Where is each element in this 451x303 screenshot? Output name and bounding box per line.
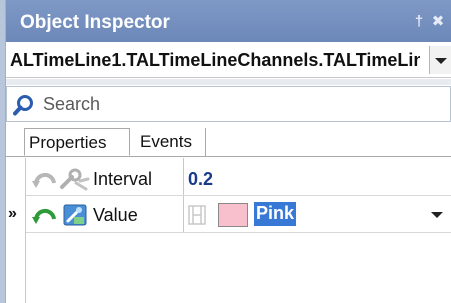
property-name: Interval — [93, 169, 153, 189]
chevron-down-icon — [435, 58, 447, 64]
search-box[interactable] — [6, 86, 451, 122]
property-row-value[interactable]: » Value Pink — [6, 196, 451, 232]
inspector-tabs: Properties Events — [6, 125, 451, 157]
color-property-icon — [63, 204, 87, 226]
pin-icon[interactable]: † — [411, 14, 427, 30]
panel-title: Object Inspector — [20, 12, 170, 33]
property-editor-icon[interactable] — [188, 205, 208, 225]
separator — [6, 79, 451, 85]
tab-events[interactable]: Events — [136, 128, 206, 156]
search-input[interactable] — [43, 92, 423, 116]
undo-arrow-icon — [32, 209, 56, 224]
row-divider — [26, 232, 451, 233]
component-selector-value: ALTimeLine1.TALTimeLineChannels.TALTimeL… — [10, 50, 420, 70]
close-icon[interactable]: ✖ — [430, 14, 446, 30]
component-selector[interactable]: ALTimeLine1.TALTimeLineChannels.TALTimeL… — [6, 42, 451, 78]
value-row-icons — [32, 204, 87, 226]
property-name: Value — [93, 205, 138, 225]
tab-properties[interactable]: Properties — [24, 128, 130, 156]
search-icon — [13, 95, 33, 116]
title-bar[interactable]: Object Inspector † ✖ — [6, 0, 451, 42]
color-value-editor[interactable]: Pink — [188, 199, 449, 230]
color-swatch — [218, 203, 248, 227]
chevron-down-icon[interactable] — [426, 200, 448, 228]
property-value[interactable]: 0.2 — [188, 169, 213, 190]
color-value-input[interactable]: Pink — [254, 202, 297, 226]
interval-row-icons — [32, 168, 90, 191]
object-inspector-panel: Object Inspector † ✖ ALTimeLine1.TALTime… — [0, 0, 451, 303]
wrench-icon — [60, 168, 90, 191]
property-grid: Interval 0.2 » Value Pink — [6, 158, 451, 303]
current-row-marker: » — [8, 205, 17, 222]
undo-arrow-icon — [32, 173, 56, 188]
component-selector-button[interactable] — [429, 46, 451, 74]
property-row-interval[interactable]: Interval 0.2 — [6, 160, 451, 196]
